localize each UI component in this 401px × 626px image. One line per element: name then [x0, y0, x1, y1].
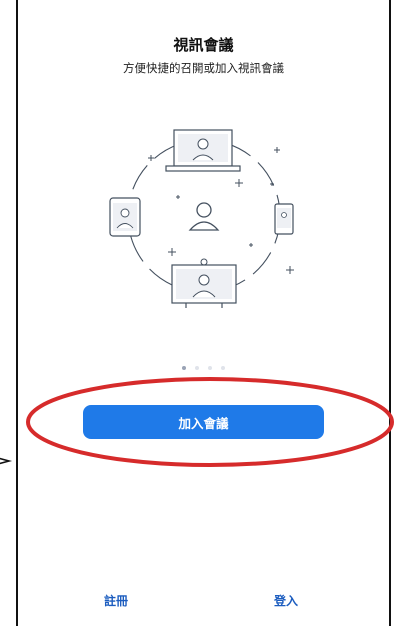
signup-link[interactable]: 註冊	[86, 592, 146, 609]
welcome-screen: 視訊會議 方便快捷的召開或加入視訊會議 加入會議 註冊 登入	[18, 0, 389, 626]
frame-border-right	[389, 0, 391, 626]
carousel-dot[interactable]	[221, 366, 225, 370]
video-meeting-devices-icon	[109, 129, 294, 308]
join-meeting-button[interactable]: 加入會議	[83, 405, 324, 439]
carousel-dot[interactable]	[182, 366, 186, 370]
page-subtitle: 方便快捷的召開或加入視訊會議	[123, 61, 284, 75]
pointer-arrow-icon	[0, 457, 13, 465]
login-link[interactable]: 登入	[256, 592, 316, 609]
carousel-dot[interactable]	[208, 366, 212, 370]
page-title: 視訊會議	[173, 36, 234, 54]
carousel-dot[interactable]	[195, 366, 199, 370]
carousel-page-indicator[interactable]	[18, 364, 389, 372]
